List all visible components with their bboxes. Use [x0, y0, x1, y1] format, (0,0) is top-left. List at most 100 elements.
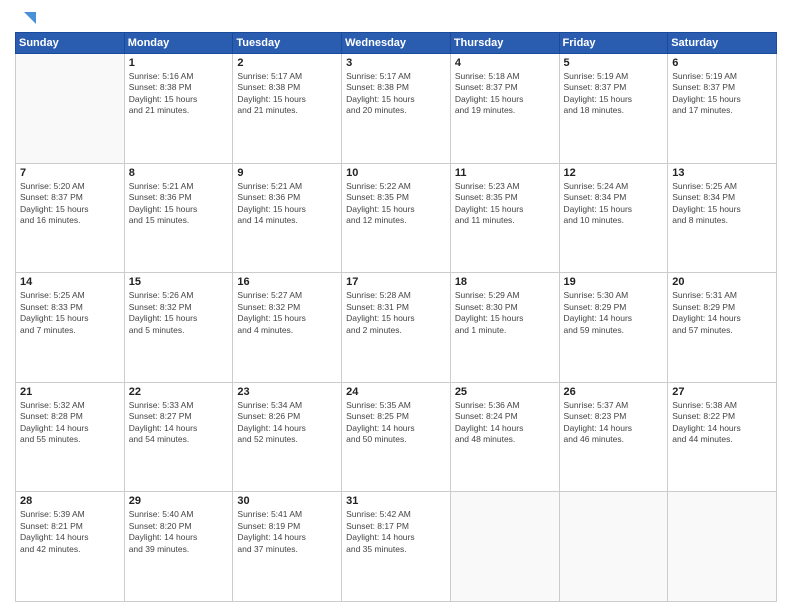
- table-row: [668, 492, 777, 602]
- table-row: 17 Sunrise: 5:28 AM Sunset: 8:31 PM Dayli…: [342, 273, 451, 383]
- day-info: Sunrise: 5:25 AM Sunset: 8:34 PM Dayligh…: [672, 181, 772, 227]
- day-number: 5: [564, 57, 664, 69]
- day-number: 16: [237, 276, 337, 288]
- calendar-week-row: 7 Sunrise: 5:20 AM Sunset: 8:37 PM Daylig…: [16, 163, 777, 273]
- day-number: 28: [20, 495, 120, 507]
- day-info: Sunrise: 5:36 AM Sunset: 8:24 PM Dayligh…: [455, 400, 555, 446]
- day-info: Sunrise: 5:16 AM Sunset: 8:38 PM Dayligh…: [129, 71, 229, 117]
- day-info: Sunrise: 5:42 AM Sunset: 8:17 PM Dayligh…: [346, 509, 446, 555]
- col-sunday: Sunday: [16, 33, 125, 54]
- col-wednesday: Wednesday: [342, 33, 451, 54]
- table-row: 26 Sunrise: 5:37 AM Sunset: 8:23 PM Dayli…: [559, 382, 668, 492]
- day-number: 26: [564, 386, 664, 398]
- day-number: 8: [129, 167, 229, 179]
- table-row: 2 Sunrise: 5:17 AM Sunset: 8:38 PM Daylig…: [233, 54, 342, 164]
- table-row: 21 Sunrise: 5:32 AM Sunset: 8:28 PM Dayli…: [16, 382, 125, 492]
- day-info: Sunrise: 5:39 AM Sunset: 8:21 PM Dayligh…: [20, 509, 120, 555]
- table-row: 4 Sunrise: 5:18 AM Sunset: 8:37 PM Daylig…: [450, 54, 559, 164]
- day-number: 6: [672, 57, 772, 69]
- col-friday: Friday: [559, 33, 668, 54]
- table-row: 20 Sunrise: 5:31 AM Sunset: 8:29 PM Dayli…: [668, 273, 777, 383]
- day-info: Sunrise: 5:31 AM Sunset: 8:29 PM Dayligh…: [672, 290, 772, 336]
- day-number: 3: [346, 57, 446, 69]
- day-info: Sunrise: 5:17 AM Sunset: 8:38 PM Dayligh…: [346, 71, 446, 117]
- table-row: 10 Sunrise: 5:22 AM Sunset: 8:35 PM Dayli…: [342, 163, 451, 273]
- table-row: 27 Sunrise: 5:38 AM Sunset: 8:22 PM Dayli…: [668, 382, 777, 492]
- table-row: 13 Sunrise: 5:25 AM Sunset: 8:34 PM Dayli…: [668, 163, 777, 273]
- day-info: Sunrise: 5:32 AM Sunset: 8:28 PM Dayligh…: [20, 400, 120, 446]
- table-row: 8 Sunrise: 5:21 AM Sunset: 8:36 PM Daylig…: [124, 163, 233, 273]
- day-number: 4: [455, 57, 555, 69]
- day-info: Sunrise: 5:30 AM Sunset: 8:29 PM Dayligh…: [564, 290, 664, 336]
- logo: [15, 10, 36, 26]
- day-number: 17: [346, 276, 446, 288]
- day-info: Sunrise: 5:21 AM Sunset: 8:36 PM Dayligh…: [129, 181, 229, 227]
- table-row: 28 Sunrise: 5:39 AM Sunset: 8:21 PM Dayli…: [16, 492, 125, 602]
- logo-block: [15, 10, 36, 26]
- day-info: Sunrise: 5:40 AM Sunset: 8:20 PM Dayligh…: [129, 509, 229, 555]
- day-number: 14: [20, 276, 120, 288]
- day-info: Sunrise: 5:19 AM Sunset: 8:37 PM Dayligh…: [564, 71, 664, 117]
- day-number: 12: [564, 167, 664, 179]
- day-info: Sunrise: 5:38 AM Sunset: 8:22 PM Dayligh…: [672, 400, 772, 446]
- day-number: 18: [455, 276, 555, 288]
- day-info: Sunrise: 5:26 AM Sunset: 8:32 PM Dayligh…: [129, 290, 229, 336]
- day-info: Sunrise: 5:17 AM Sunset: 8:38 PM Dayligh…: [237, 71, 337, 117]
- table-row: 24Sunrise: 5:35 AM Sunset: 8:25 PM Dayli…: [342, 382, 451, 492]
- col-monday: Monday: [124, 33, 233, 54]
- day-number: 20: [672, 276, 772, 288]
- col-thursday: Thursday: [450, 33, 559, 54]
- table-row: [16, 54, 125, 164]
- table-row: 31 Sunrise: 5:42 AM Sunset: 8:17 PM Dayli…: [342, 492, 451, 602]
- table-row: 12Sunrise: 5:24 AM Sunset: 8:34 PM Dayli…: [559, 163, 668, 273]
- day-number: 27: [672, 386, 772, 398]
- day-number: 29: [129, 495, 229, 507]
- logo-triangle-icon: [16, 10, 36, 30]
- day-info: Sunrise: 5:18 AM Sunset: 8:37 PM Dayligh…: [455, 71, 555, 117]
- table-row: 16 Sunrise: 5:27 AM Sunset: 8:32 PM Dayli…: [233, 273, 342, 383]
- day-number: 10: [346, 167, 446, 179]
- day-info: Sunrise: 5:21 AM Sunset: 8:36 PM Dayligh…: [237, 181, 337, 227]
- table-row: 29 Sunrise: 5:40 AM Sunset: 8:20 PM Dayli…: [124, 492, 233, 602]
- calendar-header-row: Sunday Monday Tuesday Wednesday Thursday…: [16, 33, 777, 54]
- table-row: 9Sunrise: 5:21 AM Sunset: 8:36 PM Daylig…: [233, 163, 342, 273]
- table-row: 30 Sunrise: 5:41 AM Sunset: 8:19 PM Dayli…: [233, 492, 342, 602]
- day-info: Sunrise: 5:37 AM Sunset: 8:23 PM Dayligh…: [564, 400, 664, 446]
- day-info: Sunrise: 5:34 AM Sunset: 8:26 PM Dayligh…: [237, 400, 337, 446]
- day-number: 31: [346, 495, 446, 507]
- day-number: 13: [672, 167, 772, 179]
- calendar-week-row: 28 Sunrise: 5:39 AM Sunset: 8:21 PM Dayli…: [16, 492, 777, 602]
- table-row: 19Sunrise: 5:30 AM Sunset: 8:29 PM Dayli…: [559, 273, 668, 383]
- day-info: Sunrise: 5:25 AM Sunset: 8:33 PM Dayligh…: [20, 290, 120, 336]
- day-number: 21: [20, 386, 120, 398]
- table-row: 22Sunrise: 5:33 AM Sunset: 8:27 PM Dayli…: [124, 382, 233, 492]
- table-row: [559, 492, 668, 602]
- day-info: Sunrise: 5:27 AM Sunset: 8:32 PM Dayligh…: [237, 290, 337, 336]
- day-number: 23: [237, 386, 337, 398]
- day-number: 25: [455, 386, 555, 398]
- header: [15, 10, 777, 26]
- table-row: 23 Sunrise: 5:34 AM Sunset: 8:26 PM Dayli…: [233, 382, 342, 492]
- day-info: Sunrise: 5:41 AM Sunset: 8:19 PM Dayligh…: [237, 509, 337, 555]
- day-number: 11: [455, 167, 555, 179]
- day-number: 2: [237, 57, 337, 69]
- day-info: Sunrise: 5:23 AM Sunset: 8:35 PM Dayligh…: [455, 181, 555, 227]
- table-row: 7 Sunrise: 5:20 AM Sunset: 8:37 PM Daylig…: [16, 163, 125, 273]
- day-number: 15: [129, 276, 229, 288]
- day-info: Sunrise: 5:22 AM Sunset: 8:35 PM Dayligh…: [346, 181, 446, 227]
- calendar-week-row: 1Sunrise: 5:16 AM Sunset: 8:38 PM Daylig…: [16, 54, 777, 164]
- day-info: Sunrise: 5:28 AM Sunset: 8:31 PM Dayligh…: [346, 290, 446, 336]
- day-info: Sunrise: 5:29 AM Sunset: 8:30 PM Dayligh…: [455, 290, 555, 336]
- page: Sunday Monday Tuesday Wednesday Thursday…: [0, 0, 792, 612]
- table-row: 18 Sunrise: 5:29 AM Sunset: 8:30 PM Dayli…: [450, 273, 559, 383]
- table-row: 3 Sunrise: 5:17 AM Sunset: 8:38 PM Daylig…: [342, 54, 451, 164]
- table-row: 15 Sunrise: 5:26 AM Sunset: 8:32 PM Dayli…: [124, 273, 233, 383]
- day-info: Sunrise: 5:19 AM Sunset: 8:37 PM Dayligh…: [672, 71, 772, 117]
- table-row: 6 Sunrise: 5:19 AM Sunset: 8:37 PM Daylig…: [668, 54, 777, 164]
- table-row: 14 Sunrise: 5:25 AM Sunset: 8:33 PM Dayli…: [16, 273, 125, 383]
- table-row: 1Sunrise: 5:16 AM Sunset: 8:38 PM Daylig…: [124, 54, 233, 164]
- calendar-week-row: 21 Sunrise: 5:32 AM Sunset: 8:28 PM Dayli…: [16, 382, 777, 492]
- day-number: 30: [237, 495, 337, 507]
- day-info: Sunrise: 5:20 AM Sunset: 8:37 PM Dayligh…: [20, 181, 120, 227]
- day-number: 7: [20, 167, 120, 179]
